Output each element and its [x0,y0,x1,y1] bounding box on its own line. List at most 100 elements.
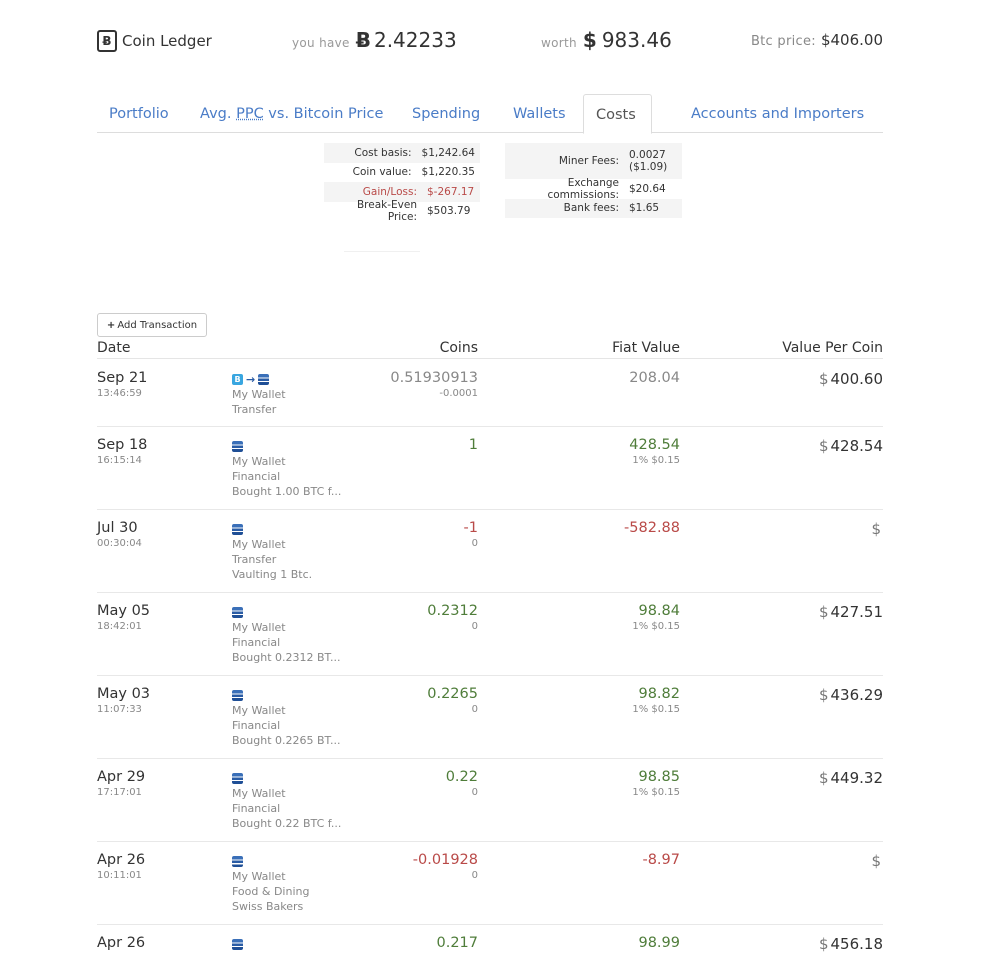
fiat-fee: 1% $0.15 [632,787,680,798]
stat-label: Gain/Loss: [362,185,417,198]
stat-value: $1,220.35 [421,166,475,179]
stat-cost-basis: Cost basis: $1,242.64 [324,143,480,163]
vpc-currency: $ [871,520,881,538]
row-coins: 0.51930913 -0.0001 [390,370,478,399]
row-coins: 0.22 0 [446,769,478,798]
tab-label: Costs [596,107,636,123]
table-row[interactable]: Jul 30 00:30:04 My Wallet Transfer Vaulti… [97,510,883,593]
category: Transfer [232,553,277,566]
wallet-name: My Wallet [232,704,286,717]
wallet-name: My Wallet [232,538,286,551]
vpc-value: 428.54 [830,437,884,455]
plus-icon: + [106,319,116,331]
table-row[interactable]: May 05 18:42:01 My Wallet Financial Bough… [97,593,883,676]
category: Financial [232,470,281,483]
row-description [232,937,243,952]
row-coins: 0.2312 0 [427,603,478,632]
vpc-value: 436.29 [830,686,884,704]
coins-value: -0.01928 [412,852,478,868]
fiat-fee: 1% $0.15 [632,704,680,715]
coin-stack-icon [232,690,243,701]
row-fiat: -8.97 [642,852,680,868]
tab-wallets[interactable]: Wallets [501,94,578,133]
coins-value: -1 [463,520,478,536]
tab-accounts-importers[interactable]: Accounts and Importers [679,94,876,133]
tab-label: Spending [412,106,481,122]
coin-stack-icon [232,856,243,867]
table-row[interactable]: Sep 18 16:15:14 My Wallet Financial Bough… [97,427,883,510]
category: Financial [232,636,281,649]
transactions-table: Sep 21 13:46:59 B → My Wallet Transfer 0.5… [97,360,883,954]
table-row[interactable]: Sep 21 13:46:59 B → My Wallet Transfer 0.5… [97,360,883,427]
brand[interactable]: Ƀ Coin Ledger [97,30,212,52]
wallet-name: My Wallet [232,388,286,401]
date-value: May 03 [97,686,151,702]
fiat-value: -582.88 [624,520,680,536]
row-fiat: 428.54 1% $0.15 [629,437,680,466]
stat-exchange-commissions: Exchange commissions: $20.64 [505,177,682,201]
coins-value: 1 [468,437,478,453]
coin-stack-icon [258,374,270,385]
row-description: My Wallet Transfer Vaulting 1 Btc. [232,522,312,582]
category: Financial [232,719,281,732]
add-transaction-button[interactable]: + Add Transaction [97,313,207,337]
tab-label: Wallets [513,106,566,122]
stat-value: $1,242.64 [421,146,475,159]
coins-fee: -0.0001 [439,388,478,399]
table-row[interactable]: May 03 11:07:33 My Wallet Financial Bough… [97,676,883,759]
row-coins: 1 [469,437,478,453]
column-header-value-per-coin[interactable]: Value Per Coin [782,340,883,356]
date-value: Apr 26 [97,935,146,951]
time-value: 00:30:04 [97,538,142,549]
time-value: 18:42:01 [97,621,142,632]
tab-portfolio[interactable]: Portfolio [97,94,181,133]
fiat-value: 208.04 [629,370,680,386]
fiat-fee: 1% $0.15 [632,455,680,466]
note: Bought 0.22 BTC f... [232,817,342,830]
table-row[interactable]: Apr 26 0.217 98.99 $456.18 [97,925,883,954]
coin-stack-icon [232,441,243,452]
stat-value: $20.64 [629,182,666,195]
category: Financial [232,802,281,815]
fiat-value: 428.54 [629,437,680,453]
row-value-per-coin: $400.60 [819,370,883,388]
vpc-currency: $ [818,769,829,787]
coins-fee: 0 [471,870,478,881]
row-value-per-coin: $ [871,520,883,538]
coins-fee: 0 [471,704,478,715]
worth-label: worth [541,36,577,50]
coin-stack-icon [232,524,243,535]
row-coins: 0.2265 0 [427,686,478,715]
miner-fees-usd: ($1.09) [629,161,668,173]
vpc-value: 427.51 [830,603,884,621]
wallet-name: My Wallet [232,455,286,468]
date-value: Sep 21 [97,370,148,386]
tab-spending[interactable]: Spending [400,94,492,133]
table-row[interactable]: Apr 26 10:11:01 My Wallet Food & Dining S… [97,842,883,925]
tab-costs[interactable]: Costs [583,94,652,134]
row-coins: -1 0 [464,520,478,549]
cost-summary: Cost basis: $1,242.64 Coin value: $1,220.3… [324,143,480,224]
stat-label: Break-Even Price: [356,199,417,224]
column-header-fiat[interactable]: Fiat Value [612,340,680,356]
tab-label: Portfolio [109,106,169,122]
coin-stack-icon [232,607,243,618]
row-date: Apr 26 [97,935,145,951]
time-value: 13:46:59 [97,388,142,399]
fiat-value: 98.99 [638,935,680,951]
row-description: My Wallet Financial Bought 0.2312 BT... [232,605,340,665]
table-row[interactable]: Apr 29 17:17:01 My Wallet Financial Bough… [97,759,883,842]
row-description: My Wallet Financial Bought 1.00 BTC f... [232,439,341,499]
column-header-coins[interactable]: Coins [440,340,478,356]
row-coins: 0.217 [436,935,478,951]
coins-value: 0.2265 [427,686,478,702]
category: Food & Dining [232,885,310,898]
btc-price: Btc price: $406.00 [751,31,883,49]
you-have-label: you have [292,36,350,50]
column-header-date[interactable]: Date [97,340,130,356]
vpc-value: 449.32 [830,769,884,787]
wallet-name: My Wallet [232,787,286,800]
date-value: May 05 [97,603,151,619]
tab-avg-ppc[interactable]: Avg. PPC vs. Bitcoin Price [188,94,395,133]
tab-label-ppc: PPC [236,106,264,122]
